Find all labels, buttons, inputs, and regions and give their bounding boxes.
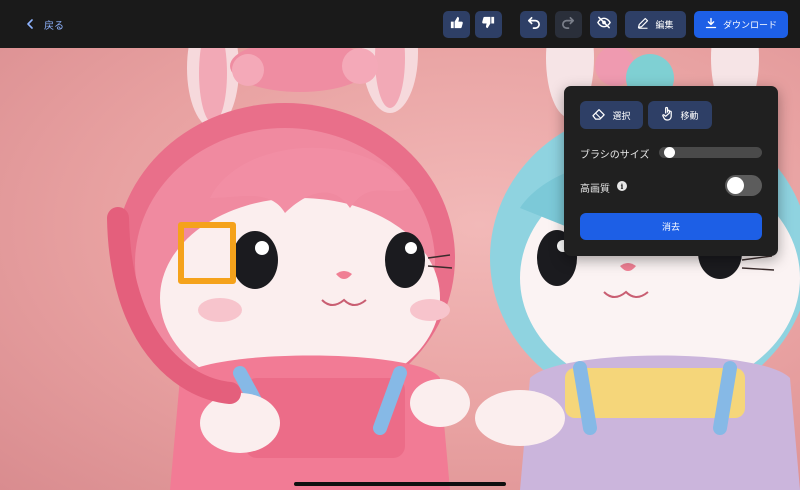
brush-size-thumb[interactable]	[664, 147, 675, 158]
thumbs-up-icon	[449, 15, 464, 34]
erase-button-label: 消去	[661, 223, 680, 233]
back-button[interactable]: 戻る	[24, 14, 64, 34]
move-mode-button[interactable]: 移動	[648, 101, 712, 129]
move-mode-label: 移動	[680, 111, 699, 122]
hand-pointer-icon	[661, 106, 674, 124]
back-label: 戻る	[44, 20, 64, 32]
brush-cursor	[178, 222, 236, 284]
eraser-icon	[592, 108, 606, 123]
home-indicator	[294, 482, 506, 486]
undo-button[interactable]	[520, 11, 547, 38]
undo-icon	[526, 15, 541, 34]
brush-size-slider[interactable]	[659, 147, 762, 158]
thumbs-down-button[interactable]	[475, 11, 502, 38]
erase-button[interactable]: 消去	[580, 213, 762, 240]
select-mode-button[interactable]: 選択	[580, 101, 643, 129]
select-mode-label: 選択	[612, 111, 631, 122]
erase-panel: 選択 移動 ブラシのサイズ 高画質 i 消去	[564, 86, 778, 256]
info-icon[interactable]: i	[617, 181, 627, 191]
thumbs-up-button[interactable]	[443, 11, 470, 38]
pencil-icon	[637, 17, 649, 32]
redo-button[interactable]	[555, 11, 582, 38]
download-icon	[705, 17, 717, 32]
thumbs-down-icon	[481, 15, 496, 34]
chevron-left-icon	[24, 18, 36, 30]
brush-size-label: ブラシのサイズ	[580, 150, 650, 161]
hide-overlay-button[interactable]	[590, 11, 617, 38]
toggle-knob	[727, 177, 744, 194]
redo-icon	[561, 15, 576, 34]
download-button[interactable]: ダウンロード	[694, 11, 788, 38]
high-quality-label: 高画質	[580, 184, 610, 195]
high-quality-toggle[interactable]	[725, 175, 762, 196]
edit-button[interactable]: 編集	[625, 11, 686, 38]
edit-label: 編集	[655, 21, 674, 31]
top-toolbar: 戻る 編集 ダウンロード	[0, 0, 800, 48]
download-label: ダウンロード	[722, 21, 777, 31]
eye-off-icon	[596, 15, 612, 34]
